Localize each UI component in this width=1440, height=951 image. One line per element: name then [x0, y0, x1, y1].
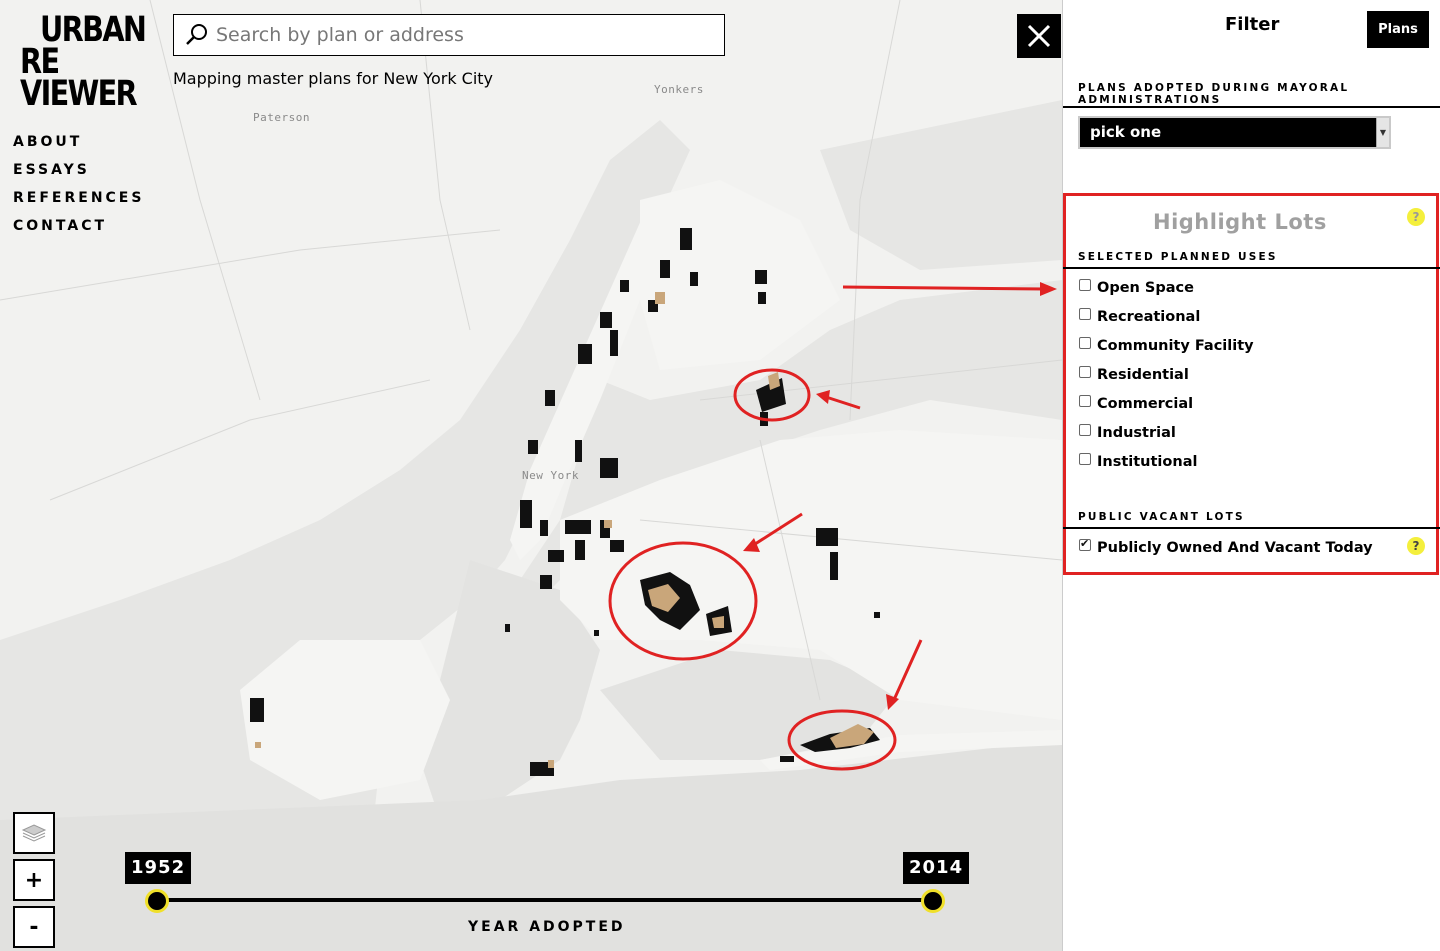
- year-slider-track[interactable]: [156, 898, 933, 902]
- filter-title: Filter: [1225, 14, 1280, 35]
- place-label-new-york: New York: [522, 469, 579, 482]
- use-checkbox[interactable]: [1079, 308, 1091, 320]
- use-option-residential[interactable]: Residential: [1079, 366, 1189, 383]
- use-checkbox[interactable]: [1079, 453, 1091, 465]
- search-input[interactable]: [216, 24, 716, 46]
- year-slider-label: YEAR ADOPTED: [468, 919, 626, 935]
- layers-button[interactable]: [13, 812, 55, 854]
- main-nav: ABOUT ESSAYS REFERENCES CONTACT: [13, 128, 144, 240]
- use-option-recreational[interactable]: Recreational: [1079, 308, 1201, 325]
- vacant-lots-option[interactable]: Publicly Owned And Vacant Today: [1079, 537, 1373, 556]
- layers-icon: [21, 824, 47, 842]
- divider: [1063, 106, 1440, 108]
- use-checkbox[interactable]: [1079, 424, 1091, 436]
- use-option-community-facility[interactable]: Community Facility: [1079, 337, 1254, 354]
- search-box: [173, 14, 725, 56]
- zoom-in-button[interactable]: +: [13, 859, 55, 901]
- mayoral-select[interactable]: pick one ▼: [1078, 116, 1391, 149]
- year-end-label: 2014: [903, 852, 970, 884]
- place-label-paterson: Paterson: [253, 111, 310, 124]
- filter-sidebar: Filter Plans PLANS ADOPTED DURING MAYORA…: [1062, 0, 1440, 951]
- use-label: Community Facility: [1097, 338, 1254, 354]
- year-slider-start-handle[interactable]: [145, 889, 169, 913]
- urban-reviewer-logo[interactable]: URBAN RE VIEWER: [20, 13, 150, 114]
- chevron-down-icon: ▼: [1376, 118, 1389, 147]
- long-island-sound: [820, 100, 1062, 270]
- help-icon[interactable]: ?: [1407, 208, 1425, 226]
- use-label: Commercial: [1097, 396, 1194, 412]
- search-icon: [186, 24, 207, 45]
- nav-references[interactable]: REFERENCES: [13, 184, 144, 212]
- vacant-lots-label: Publicly Owned And Vacant Today: [1097, 540, 1373, 556]
- use-checkbox[interactable]: [1079, 366, 1091, 378]
- help-icon[interactable]: ?: [1407, 537, 1425, 555]
- highlight-lots-title: Highlight Lots: [1153, 210, 1327, 234]
- use-option-open-space[interactable]: Open Space: [1079, 279, 1194, 296]
- vacant-lots-heading: PUBLIC VACANT LOTS: [1078, 511, 1245, 523]
- year-start-label: 1952: [125, 852, 192, 884]
- close-button[interactable]: [1017, 14, 1061, 58]
- plans-button[interactable]: Plans: [1367, 11, 1429, 48]
- mayoral-heading: PLANS ADOPTED DURING MAYORAL ADMINISTRAT…: [1078, 82, 1350, 106]
- close-icon: [1027, 24, 1051, 48]
- logo-line-3: VIEWER: [20, 74, 138, 114]
- use-option-industrial[interactable]: Industrial: [1079, 424, 1176, 441]
- divider: [1063, 527, 1440, 529]
- use-label: Open Space: [1097, 280, 1194, 296]
- site-tagline: Mapping master plans for New York City: [173, 69, 494, 88]
- nav-essays[interactable]: ESSAYS: [13, 156, 144, 184]
- place-label-yonkers: Yonkers: [654, 83, 704, 96]
- use-label: Recreational: [1097, 309, 1201, 325]
- nav-about[interactable]: ABOUT: [13, 128, 144, 156]
- nav-contact[interactable]: CONTACT: [13, 212, 144, 240]
- use-option-institutional[interactable]: Institutional: [1079, 453, 1198, 470]
- mayoral-select-value: pick one: [1090, 123, 1162, 141]
- zoom-out-button[interactable]: -: [13, 906, 55, 948]
- use-label: Institutional: [1097, 454, 1198, 470]
- use-label: Industrial: [1097, 425, 1176, 441]
- planned-uses-heading: SELECTED PLANNED USES: [1078, 251, 1278, 263]
- use-option-commercial[interactable]: Commercial: [1079, 395, 1194, 412]
- use-checkbox[interactable]: [1079, 337, 1091, 349]
- use-label: Residential: [1097, 367, 1189, 383]
- vacant-lots-checkbox[interactable]: [1079, 537, 1091, 551]
- use-checkbox[interactable]: [1079, 279, 1091, 291]
- year-slider-end-handle[interactable]: [921, 889, 945, 913]
- map-canvas[interactable]: Paterson Yonkers New York: [0, 0, 1062, 951]
- divider: [1063, 267, 1440, 269]
- use-checkbox[interactable]: [1079, 395, 1091, 407]
